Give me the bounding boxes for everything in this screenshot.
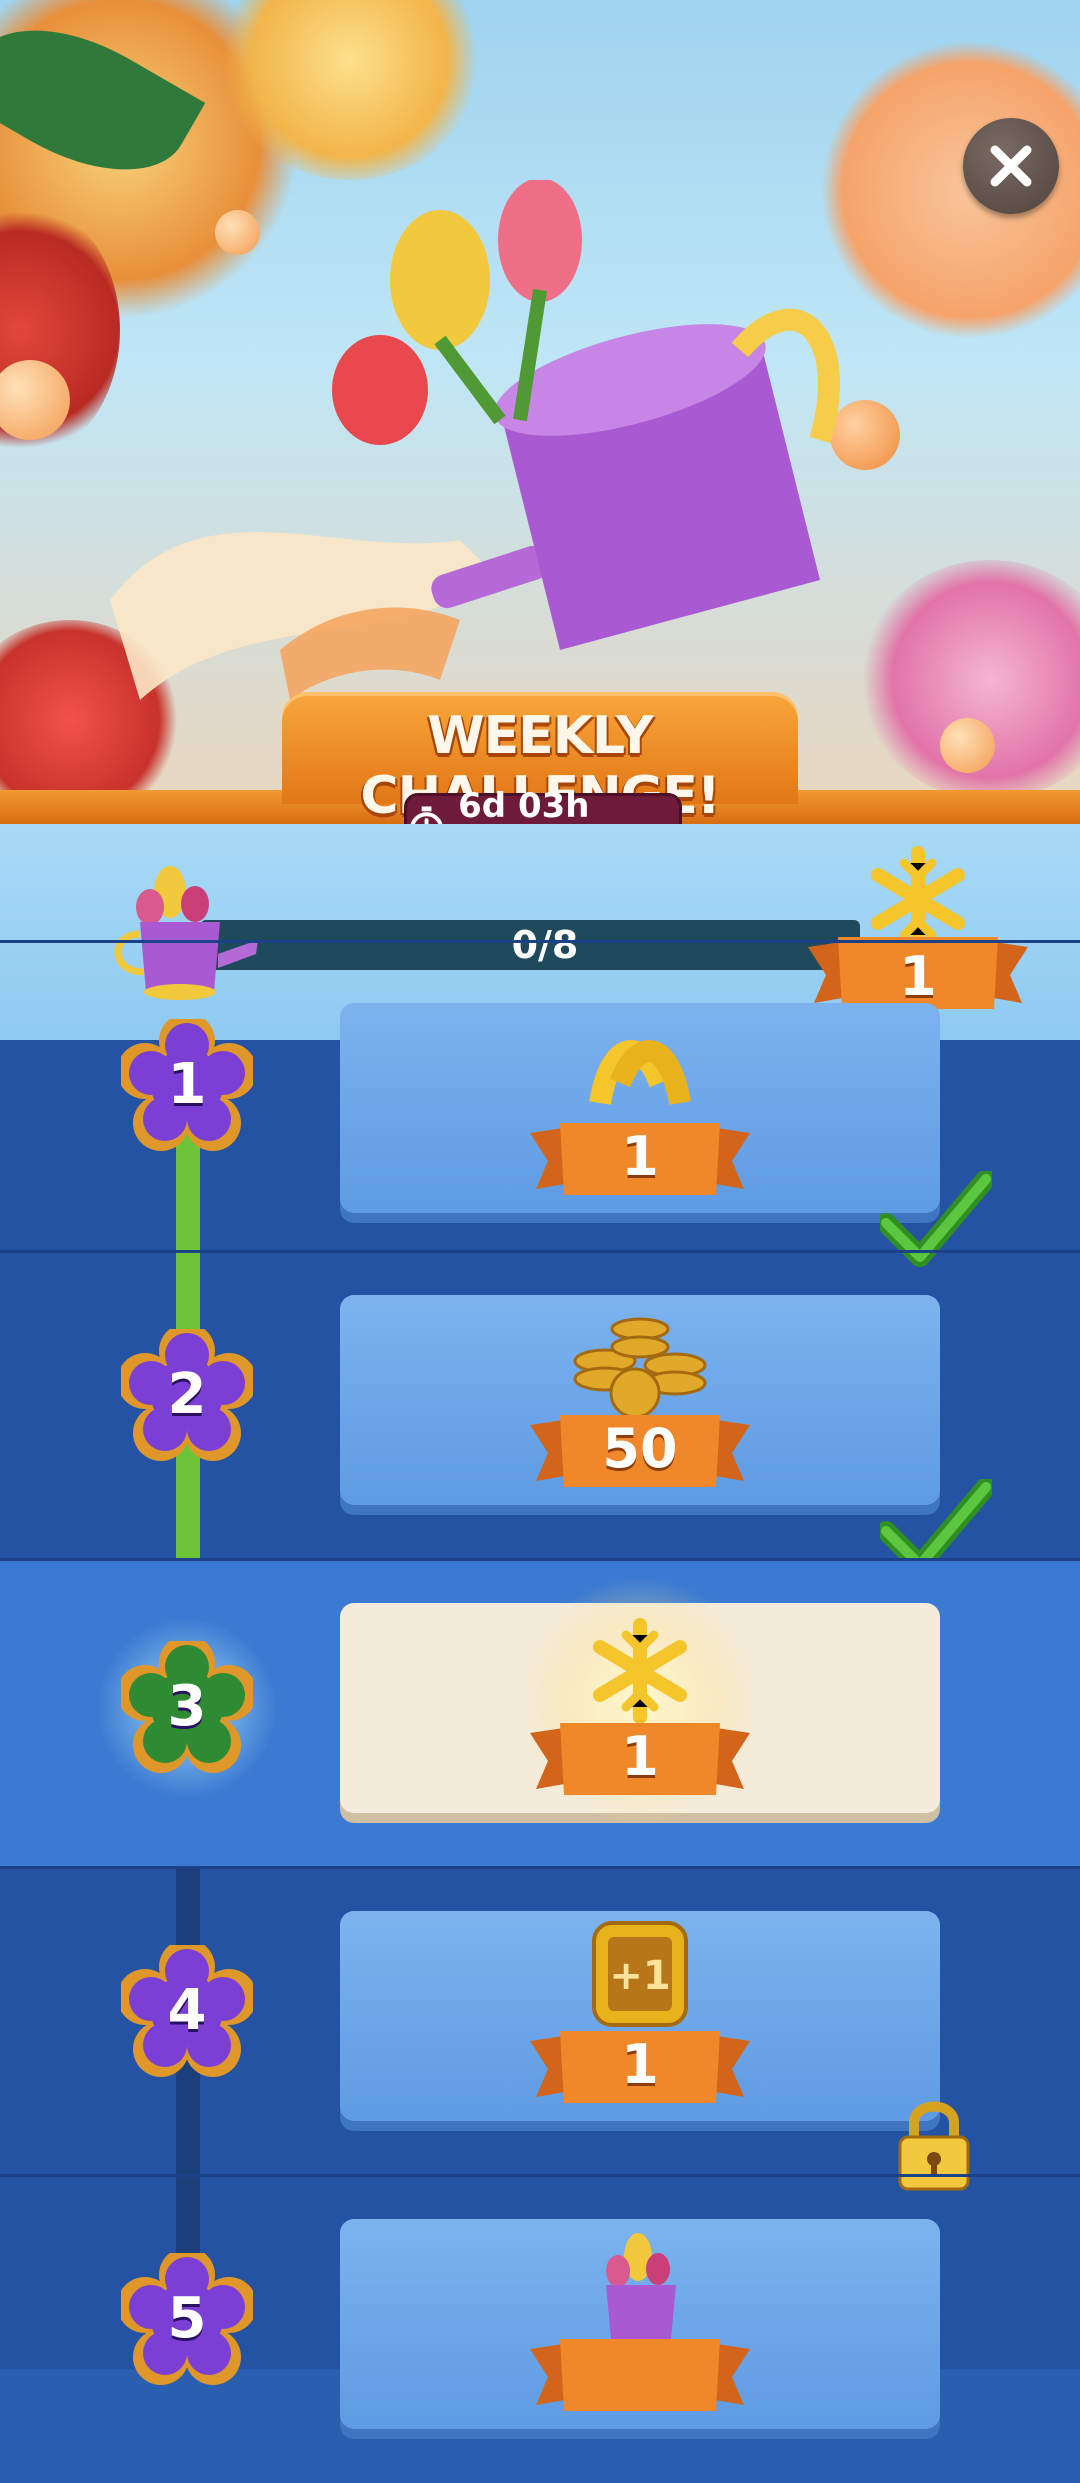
reward-ribbon-5 bbox=[530, 2329, 750, 2429]
plus-one-booster-icon: +1 bbox=[592, 1921, 688, 2027]
step-number-5: 5 bbox=[167, 2286, 207, 2351]
reward-count-3: 1 bbox=[621, 1725, 659, 1788]
reward-ribbon-3: 1 bbox=[530, 1713, 750, 1813]
step-badge-3: 3 bbox=[117, 1635, 257, 1773]
milestone-row-2: 50 2 bbox=[0, 1250, 1080, 1575]
step-badge-5: 5 bbox=[117, 2247, 257, 2385]
reward-ribbon-2: 50 bbox=[530, 1405, 750, 1505]
reward-ribbon-1: 1 bbox=[530, 1113, 750, 1213]
close-icon bbox=[990, 145, 1032, 187]
reward-count-4: 1 bbox=[621, 2033, 659, 2096]
reward-ribbon-4: 1 bbox=[530, 2021, 750, 2121]
step-number-2: 2 bbox=[167, 1362, 207, 1427]
watering-can-illustration bbox=[110, 180, 840, 700]
step-badge-1: 1 bbox=[117, 1013, 257, 1151]
reward-count-2: 50 bbox=[602, 1417, 678, 1480]
reward-count-1: 1 bbox=[621, 1125, 659, 1188]
close-button[interactable] bbox=[963, 118, 1059, 214]
orb-decoration bbox=[940, 718, 995, 773]
milestone-row-4: +1 1 4 bbox=[0, 1866, 1080, 2191]
step-number-1: 1 bbox=[167, 1052, 207, 1117]
step-number-4: 4 bbox=[167, 1978, 207, 2043]
milestone-row-3: 1 3 bbox=[0, 1558, 1080, 1867]
step-badge-4: 4 bbox=[117, 1939, 257, 2077]
ribbon-icon bbox=[589, 1040, 691, 1106]
step-badge-2: 2 bbox=[117, 1323, 257, 1461]
hero-banner bbox=[0, 0, 1080, 800]
snowflake-icon bbox=[593, 1618, 687, 1724]
milestone-row-1: 1 1 bbox=[0, 940, 1080, 1267]
milestone-row-5: 5 bbox=[0, 2174, 1080, 2483]
step-number-3: 3 bbox=[167, 1674, 207, 1739]
milestone-list[interactable]: 1 1 50 2 1 3 +1 1 4 5 bbox=[0, 940, 1080, 2429]
svg-text:+1: +1 bbox=[609, 1953, 670, 1999]
